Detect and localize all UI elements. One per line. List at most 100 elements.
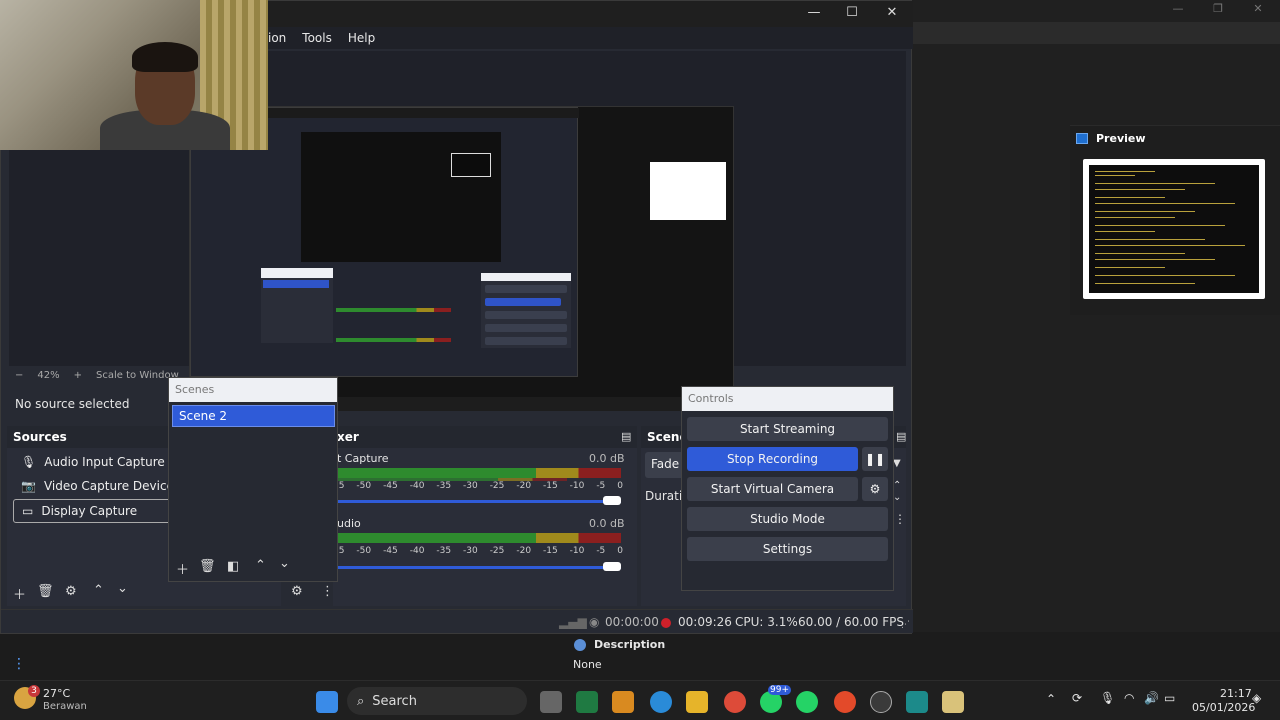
notification-icon[interactable]: ◈ (1252, 691, 1261, 705)
more-icon[interactable]: ⋮ (894, 512, 906, 526)
stop-recording-button[interactable]: Stop Recording (687, 447, 858, 471)
pause-recording-button[interactable]: ❚❚ (862, 447, 888, 471)
volume-slider[interactable] (337, 500, 621, 503)
move-up-icon[interactable]: ⌃ (255, 558, 266, 573)
maximize-icon[interactable]: ☐ (837, 5, 867, 20)
edge-icon[interactable] (650, 691, 672, 713)
chevron-up-icon[interactable]: ⌃ (893, 480, 901, 491)
source-item-video-capture[interactable]: 📷 Video Capture Device (13, 474, 175, 498)
minimize-icon[interactable]: — (1168, 2, 1188, 15)
source-item-display-capture[interactable]: ▭ Display Capture (13, 499, 175, 523)
source-item-label: Display Capture (41, 504, 138, 518)
mixer-menu-icon[interactable]: ⋮ (321, 584, 334, 599)
remove-source-icon[interactable]: 🗑 (37, 584, 54, 599)
clock-time[interactable]: 21:17 (1220, 687, 1252, 700)
menu-item-tools[interactable]: Tools (300, 31, 334, 45)
microphone-icon[interactable]: 🎙 (1100, 691, 1115, 705)
dock-menu-icon[interactable]: ▤ (621, 430, 631, 443)
mixer-title: xer (333, 426, 637, 448)
preview-pane-title: Preview (1096, 132, 1146, 145)
description-value: None (573, 658, 602, 671)
whatsapp-badge: 99+ (768, 685, 791, 695)
scenes-title[interactable]: Scenes (169, 378, 337, 402)
code-editor-icon[interactable] (906, 691, 928, 713)
meter-tick: -15 (543, 546, 558, 556)
clock-date[interactable]: 05/01/2026 (1192, 701, 1255, 714)
source-properties-icon[interactable]: ⚙ (65, 584, 77, 599)
more-options-icon[interactable]: ⋮ (12, 656, 26, 672)
move-up-icon[interactable]: ⌃ (93, 583, 104, 598)
menu-item-help[interactable]: Help (346, 31, 377, 45)
volume-slider-handle[interactable] (603, 562, 621, 571)
taskbar-search[interactable]: ⌕ Search (347, 687, 527, 715)
move-down-icon[interactable]: ⌄ (117, 581, 128, 596)
add-scene-icon[interactable]: ＋ (176, 559, 189, 578)
studio-mode-button[interactable]: Studio Mode (687, 507, 888, 531)
excel-icon[interactable] (576, 691, 598, 713)
file-explorer-icon[interactable] (686, 691, 708, 713)
start-streaming-button[interactable]: Start Streaming (687, 417, 888, 441)
gear-icon: ⚙ (869, 482, 881, 496)
battery-icon[interactable]: ▭ (1164, 691, 1175, 705)
close-icon[interactable]: ✕ (1248, 2, 1268, 15)
scale-to-window-button[interactable]: Scale to Window (96, 370, 179, 381)
camera-icon: 📷 (21, 479, 36, 493)
notepad-icon[interactable] (942, 691, 964, 713)
meter-tick: -5 (596, 546, 606, 556)
meter-ticks: 55 -50 -45 -40 -35 -30 -25 -20 -15 -10 -5 0 (333, 481, 623, 491)
chevron-down-icon[interactable]: ▼ (893, 458, 901, 469)
microphone-icon: 🎙 (21, 455, 37, 469)
move-down-icon[interactable]: ⌄ (279, 556, 290, 571)
meter-tick: -50 (356, 481, 372, 491)
mixer-track-db: 0.0 dB (589, 452, 625, 465)
windows-start-icon[interactable] (316, 691, 338, 713)
restore-icon[interactable]: ❐ (1208, 2, 1228, 15)
volume-slider[interactable] (337, 566, 621, 569)
meter-ticks: 55 -50 -45 -40 -35 -30 -25 -20 -15 -10 -5 0 (333, 546, 623, 556)
source-item-audio-input[interactable]: 🎙 Audio Input Capture (13, 450, 175, 474)
description-title: Description (594, 638, 666, 651)
add-source-icon[interactable]: ＋ (13, 584, 26, 603)
volume-icon[interactable]: 🔊 (1144, 691, 1159, 705)
remove-scene-icon[interactable]: 🗑 (199, 559, 216, 574)
scene-filters-icon[interactable]: ◧ (227, 559, 239, 574)
meter-tick: -30 (463, 546, 478, 556)
background-window: — ❐ ✕ (910, 0, 1280, 632)
chevron-up-icon[interactable]: ⌃ (1046, 692, 1056, 706)
app-icon[interactable] (834, 691, 856, 713)
scene-item-scene-2[interactable]: Scene 2 (172, 405, 335, 427)
taskbar: 3 27°C Berawan ⌕ Search 99+ ⌃ ⟳ 🎙 ◠ 🔊 ▭ … (0, 680, 1280, 720)
settings-button[interactable]: Settings (687, 537, 888, 561)
wifi-icon[interactable]: ◠ (1124, 691, 1134, 705)
virtual-camera-settings-button[interactable]: ⚙ (862, 477, 888, 501)
meter-tick: -40 (409, 546, 425, 556)
controls-title[interactable]: Controls (682, 387, 893, 411)
dock-menu-icon[interactable]: ▤ (896, 430, 906, 443)
zoom-out-button[interactable]: − (15, 370, 23, 381)
resize-grip-icon[interactable]: ⋰ (901, 620, 910, 630)
preview-thumbnail[interactable] (1083, 159, 1265, 299)
task-view-icon[interactable] (540, 691, 562, 713)
start-virtual-camera-button[interactable]: Start Virtual Camera (687, 477, 858, 501)
whatsapp-icon[interactable] (796, 691, 818, 713)
terminal-thumbnail (1089, 165, 1259, 293)
meter-tick: -35 (436, 546, 452, 556)
sync-icon[interactable]: ⟳ (1072, 691, 1082, 705)
chrome-icon[interactable] (724, 691, 746, 713)
cpu-usage: CPU: 3.1% (735, 615, 798, 629)
record-dot-icon (661, 615, 671, 629)
store-icon[interactable] (612, 691, 634, 713)
menu-item-docks[interactable]: ion (266, 31, 288, 45)
meter-tick: -30 (463, 481, 478, 491)
meter-tick: -10 (569, 481, 585, 491)
close-icon[interactable]: ✕ (877, 5, 907, 20)
obs-icon[interactable] (870, 691, 892, 713)
minimize-icon[interactable]: — (799, 5, 829, 20)
meter-tick: -35 (436, 481, 452, 491)
volume-slider-handle[interactable] (603, 496, 621, 505)
advanced-audio-icon[interactable]: ⚙ (291, 584, 303, 599)
zoom-in-button[interactable]: + (74, 370, 82, 381)
chevron-down-icon[interactable]: ⌄ (893, 492, 901, 503)
meter-tick: -45 (383, 481, 398, 491)
mixer-track-name: t Capture (337, 452, 389, 465)
